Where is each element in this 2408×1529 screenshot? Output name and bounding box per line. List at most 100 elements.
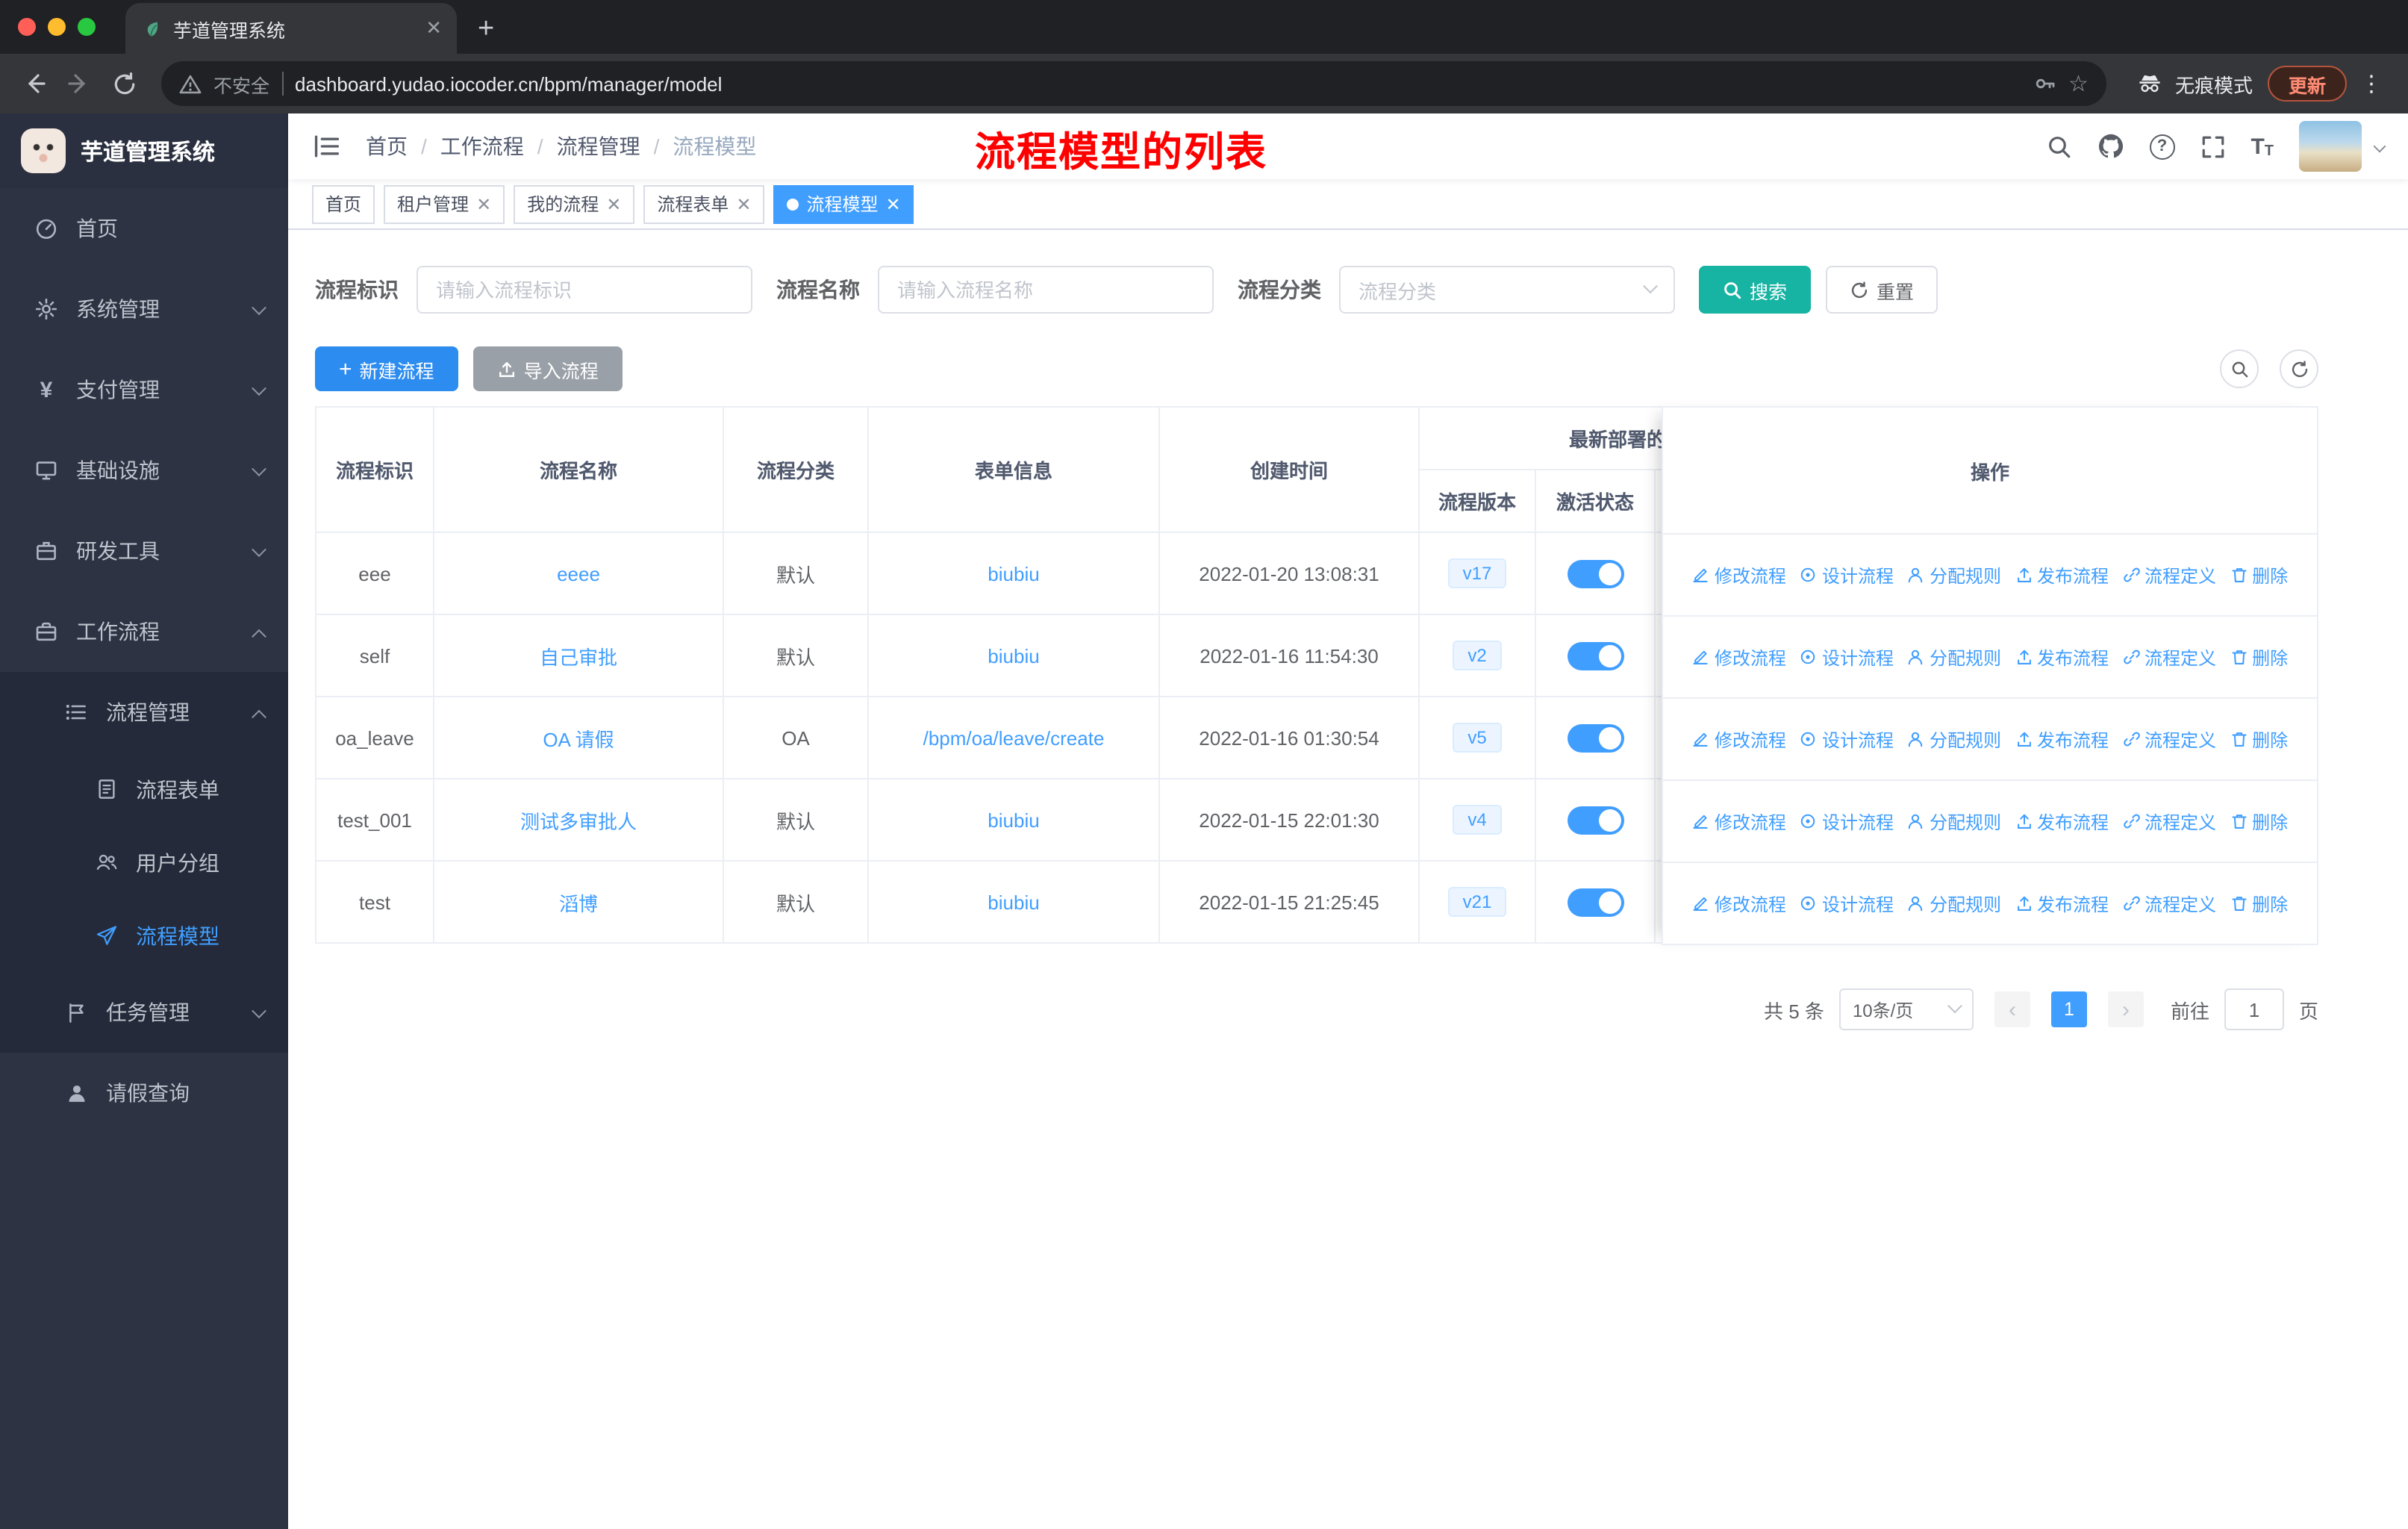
active-status-toggle[interactable] [1567,559,1623,588]
process-name-link[interactable]: 滔博 [559,892,598,915]
minimize-window-button[interactable] [48,18,66,36]
active-status-toggle[interactable] [1567,723,1623,752]
version-badge[interactable]: v21 [1447,887,1507,917]
version-badge[interactable]: v4 [1453,805,1502,835]
action-assign-rule-link[interactable]: 分配规则 [1907,891,2001,916]
sidebar-item-process-model[interactable]: 流程模型 [0,899,288,972]
prev-page-button[interactable]: ‹ [1994,991,2030,1027]
breadcrumb-home[interactable]: 首页 [366,131,408,161]
action-definition-link[interactable]: 流程定义 [2122,809,2216,834]
version-badge[interactable]: v17 [1447,558,1507,588]
create-process-button[interactable]: + 新建流程 [315,346,458,391]
action-edit-link[interactable]: 修改流程 [1692,809,1786,834]
help-icon[interactable]: ? [2149,134,2175,159]
action-delete-link[interactable]: 删除 [2230,891,2288,916]
sidebar-item-system[interactable]: 系统管理 [0,269,288,349]
action-edit-link[interactable]: 修改流程 [1692,562,1786,588]
action-definition-link[interactable]: 流程定义 [2122,562,2216,588]
address-bar[interactable]: 不安全 dashboard.yudao.iocoder.cn/bpm/manag… [161,61,2106,106]
breadcrumb-process-management[interactable]: 流程管理 [557,131,640,161]
tab-close-icon[interactable]: ✕ [425,16,442,40]
search-icon[interactable] [2046,134,2071,159]
tag-close-icon[interactable]: ✕ [736,195,751,213]
font-size-icon[interactable]: TT [2251,134,2274,159]
next-page-button[interactable]: › [2107,991,2144,1027]
avatar[interactable] [2299,121,2362,172]
action-publish-link[interactable]: 发布流程 [2015,891,2109,916]
sidebar-item-process-management[interactable]: 流程管理 [0,672,288,753]
action-design-link[interactable]: 设计流程 [1800,644,1894,670]
warning-triangle-icon[interactable] [179,72,202,95]
action-publish-link[interactable]: 发布流程 [2015,726,2109,752]
action-publish-link[interactable]: 发布流程 [2015,562,2109,588]
action-assign-rule-link[interactable]: 分配规则 [1907,562,2001,588]
action-edit-link[interactable]: 修改流程 [1692,726,1786,752]
goto-page-input[interactable] [2224,988,2284,1030]
new-tab-button[interactable]: + [478,15,494,43]
search-button[interactable]: 搜索 [1699,266,1812,314]
sidebar-logo[interactable]: 芋道管理系统 [0,113,288,188]
action-edit-link[interactable]: 修改流程 [1692,644,1786,670]
action-design-link[interactable]: 设计流程 [1800,891,1894,916]
process-name-link[interactable]: 测试多审批人 [520,810,637,832]
sidebar-item-payment[interactable]: ¥ 支付管理 [0,349,288,430]
reset-button[interactable]: 重置 [1826,266,1938,314]
action-delete-link[interactable]: 删除 [2230,809,2288,834]
github-icon[interactable] [2097,133,2124,160]
version-badge[interactable]: v2 [1453,641,1502,670]
action-publish-link[interactable]: 发布流程 [2015,809,2109,834]
action-delete-link[interactable]: 删除 [2230,644,2288,670]
process-name-link[interactable]: OA 请假 [543,728,614,750]
action-assign-rule-link[interactable]: 分配规则 [1907,726,2001,752]
action-design-link[interactable]: 设计流程 [1800,562,1894,588]
tag-close-icon[interactable]: ✕ [476,195,491,213]
import-process-button[interactable]: 导入流程 [472,346,623,391]
process-name-link[interactable]: 自己审批 [540,646,617,668]
tag-process-form[interactable]: 流程表单 ✕ [643,184,765,223]
action-publish-link[interactable]: 发布流程 [2015,644,2109,670]
reload-icon[interactable] [102,61,146,106]
forward-icon[interactable] [57,61,102,106]
category-select[interactable]: 流程分类 [1339,266,1675,314]
active-status-toggle[interactable] [1567,806,1623,834]
tag-close-icon[interactable]: ✕ [886,195,901,213]
action-assign-rule-link[interactable]: 分配规则 [1907,809,2001,834]
sidebar-item-home[interactable]: 首页 [0,188,288,269]
refresh-table-icon[interactable] [2280,349,2318,388]
action-definition-link[interactable]: 流程定义 [2122,891,2216,916]
password-key-icon[interactable] [2033,72,2056,96]
version-badge[interactable]: v5 [1453,723,1502,753]
action-definition-link[interactable]: 流程定义 [2122,726,2216,752]
update-button[interactable]: 更新 [2267,66,2347,102]
form-info-link[interactable]: biubiu [988,809,1039,831]
action-definition-link[interactable]: 流程定义 [2122,644,2216,670]
sidebar-item-process-form[interactable]: 流程表单 [0,753,288,826]
sidebar-collapse-icon[interactable] [312,130,345,163]
action-design-link[interactable]: 设计流程 [1800,809,1894,834]
process-key-input[interactable] [417,266,752,314]
tag-home[interactable]: 首页 [312,184,375,223]
tag-my-process[interactable]: 我的流程 ✕ [514,184,635,223]
page-size-select[interactable]: 10条/页 [1838,988,1974,1030]
action-delete-link[interactable]: 删除 [2230,726,2288,752]
zoom-window-button[interactable] [78,18,96,36]
active-status-toggle[interactable] [1567,888,1623,916]
bookmark-star-icon[interactable]: ☆ [2068,70,2089,97]
process-name-link[interactable]: eeee [557,562,600,585]
action-edit-link[interactable]: 修改流程 [1692,891,1786,916]
back-icon[interactable] [12,61,57,106]
incognito-badge[interactable]: 无痕模式 [2121,69,2268,98]
toggle-search-icon[interactable] [2220,349,2259,388]
url-text[interactable]: dashboard.yudao.iocoder.cn/bpm/manager/m… [295,72,2021,95]
fullscreen-icon[interactable] [2200,134,2225,159]
form-info-link[interactable]: biubiu [988,562,1039,585]
action-delete-link[interactable]: 删除 [2230,562,2288,588]
tag-close-icon[interactable]: ✕ [606,195,621,213]
action-design-link[interactable]: 设计流程 [1800,726,1894,752]
form-info-link[interactable]: biubiu [988,891,1039,913]
sidebar-item-task-management[interactable]: 任务管理 [0,972,288,1053]
tag-tenant-management[interactable]: 租户管理 ✕ [384,184,505,223]
active-status-toggle[interactable] [1567,641,1623,670]
sidebar-item-infrastructure[interactable]: 基础设施 [0,430,288,511]
browser-tab[interactable]: 芋道管理系统 ✕ [125,3,457,54]
